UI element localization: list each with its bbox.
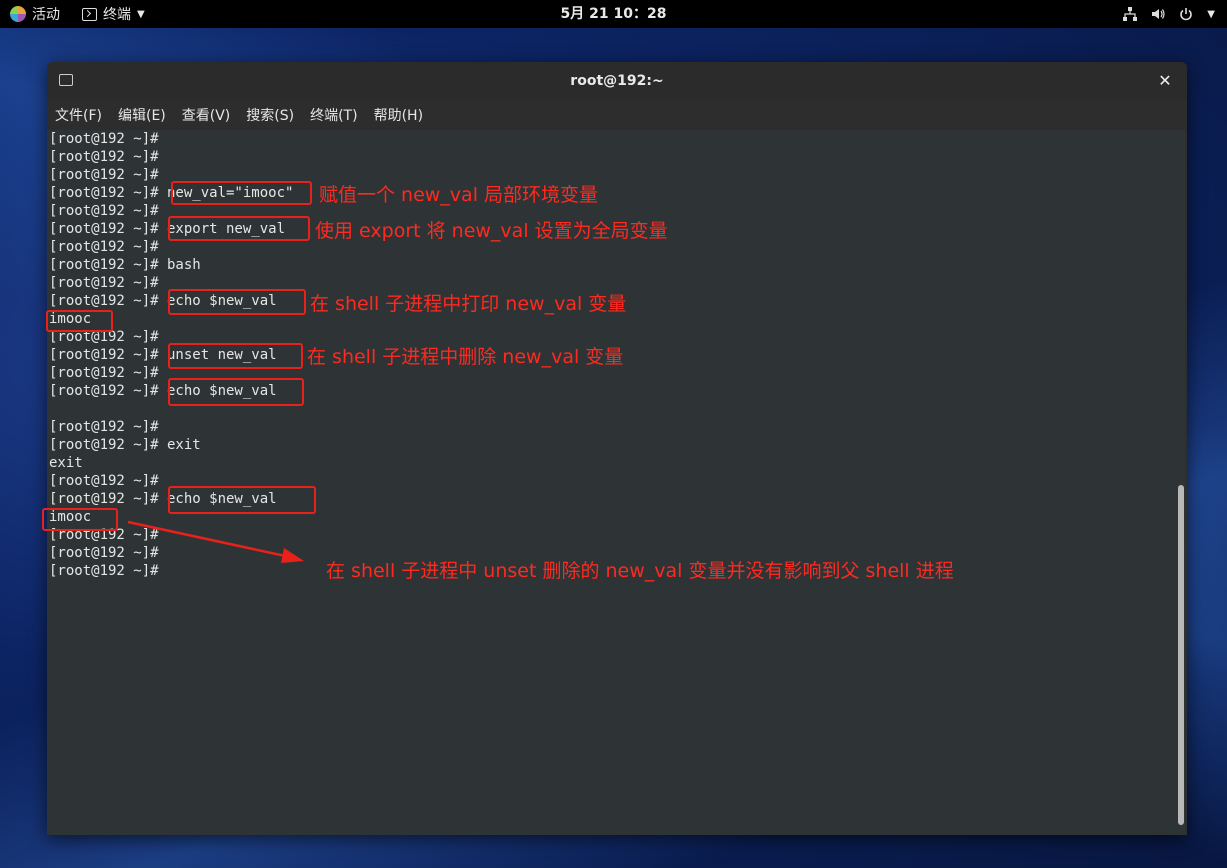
annotation-arrow [127, 520, 304, 563]
